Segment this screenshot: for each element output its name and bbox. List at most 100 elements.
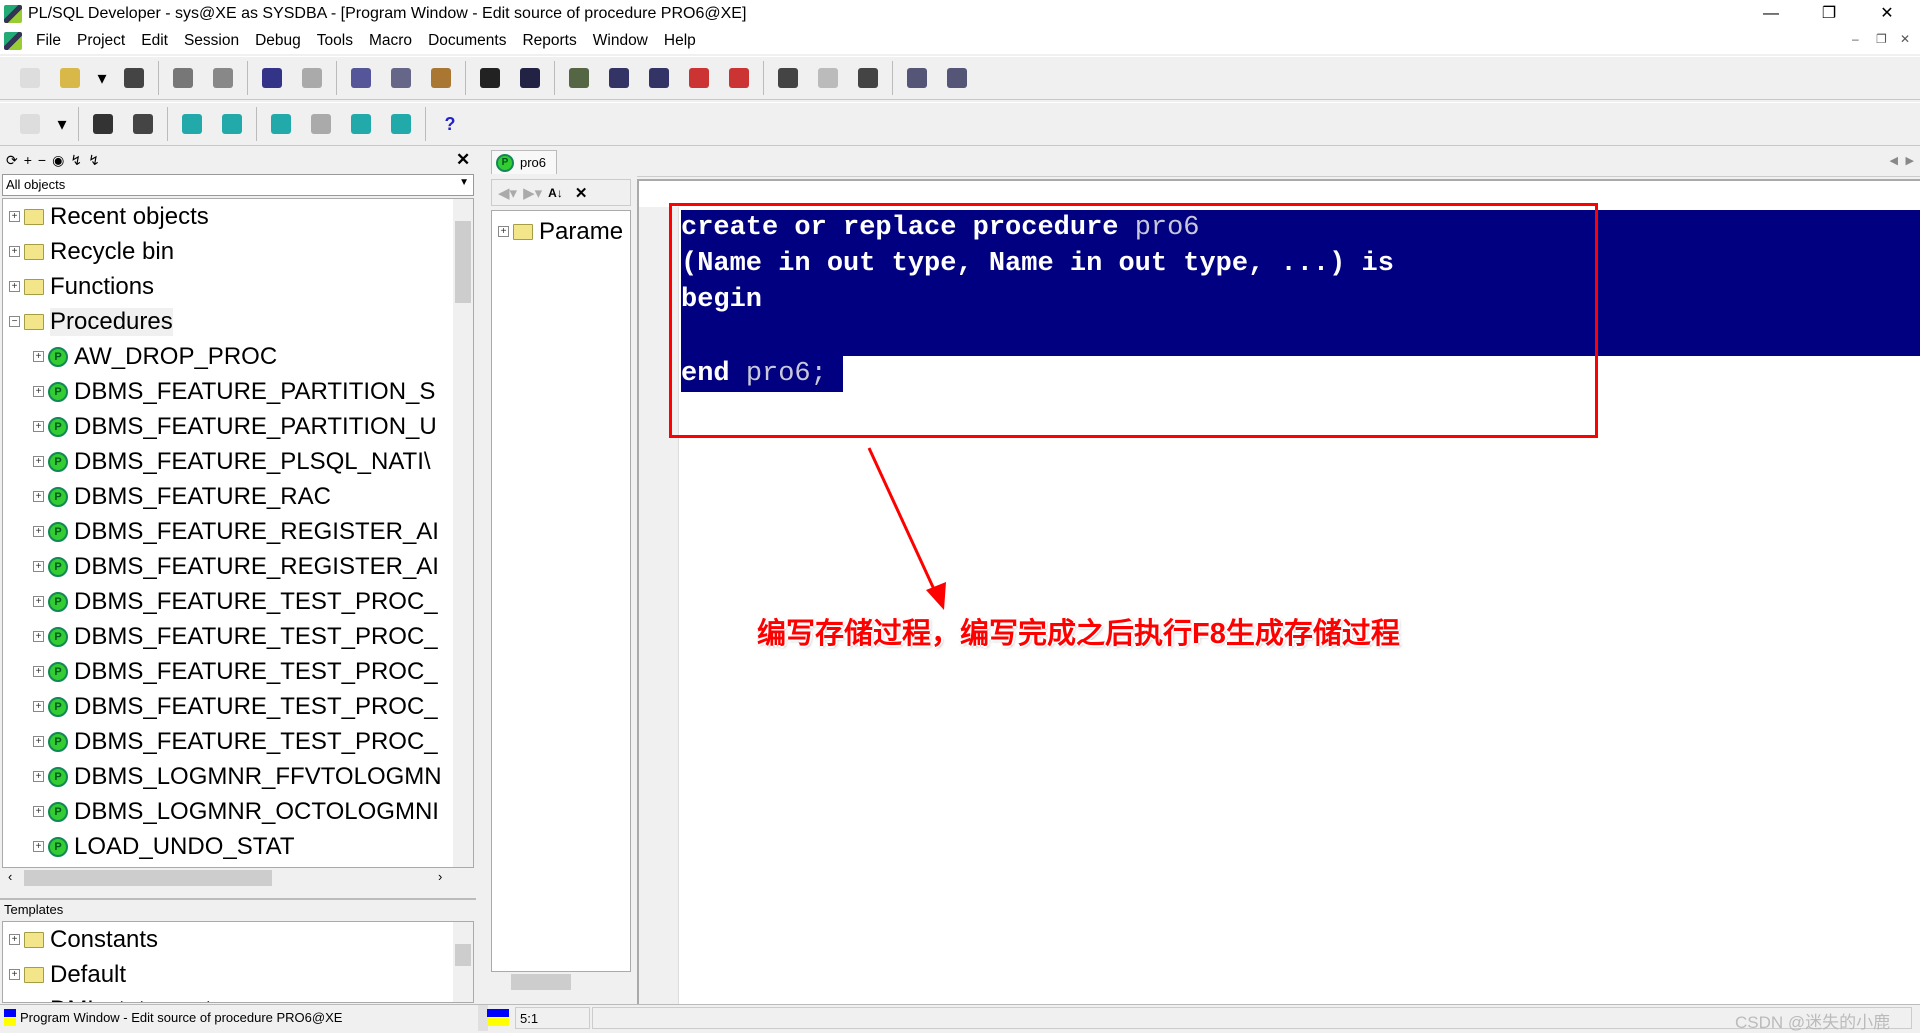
outline-horizontal-scrollbar[interactable]	[491, 972, 631, 992]
tree-item[interactable]: + P DBMS_FEATURE_PLSQL_NATI\	[33, 444, 431, 479]
minimize-button[interactable]: —	[1742, 0, 1800, 27]
templates-scrollbar[interactable]	[453, 922, 473, 1002]
tree-item[interactable]: + P DBMS_LOGMNR_FFVTOLOGMN	[33, 759, 442, 794]
filter-edit-icon[interactable]: ↯	[88, 152, 100, 169]
tree-item[interactable]: + P DBMS_FEATURE_PARTITION_S	[33, 374, 435, 409]
scroll-right-icon[interactable]: ▶	[1906, 154, 1914, 167]
execute-gear-button[interactable]	[88, 109, 118, 139]
menu-reports[interactable]: Reports	[514, 32, 584, 50]
collapse-icon[interactable]: −	[38, 152, 46, 169]
menu-file[interactable]: File	[28, 32, 69, 50]
tile-button[interactable]	[942, 63, 972, 93]
tree-item[interactable]: + P DBMS_FEATURE_REGISTER_AI	[33, 514, 439, 549]
mdi-icon[interactable]	[4, 31, 22, 50]
expand-toggle-icon[interactable]: +	[9, 934, 20, 945]
tree-folder[interactable]: + Default	[9, 957, 126, 992]
expand-toggle-icon[interactable]: +	[33, 806, 44, 817]
refresh-icon[interactable]: ⟳	[6, 152, 18, 169]
tree-horizontal-scrollbar[interactable]: ‹ ›	[2, 868, 456, 888]
expand-toggle-icon[interactable]: +	[33, 701, 44, 712]
expand-toggle-icon[interactable]: +	[33, 456, 44, 467]
expand-toggle-icon[interactable]: +	[33, 386, 44, 397]
expand-toggle-icon[interactable]: +	[9, 211, 20, 222]
help-button[interactable]: ?	[435, 109, 465, 139]
tree-folder[interactable]: +DML statements	[9, 992, 224, 1002]
break-button[interactable]	[128, 109, 158, 139]
cut-button[interactable]	[346, 63, 376, 93]
expand-toggle-icon[interactable]: +	[9, 969, 20, 980]
expand-toggle-icon[interactable]: +	[33, 561, 44, 572]
expand-toggle-icon[interactable]: +	[33, 351, 44, 362]
expand-icon[interactable]: +	[24, 152, 32, 169]
expand-toggle-icon[interactable]: +	[9, 246, 20, 257]
tree-item[interactable]: + P DBMS_FEATURE_TEST_PROC_	[33, 584, 438, 619]
outline-item[interactable]: + Parame	[498, 214, 623, 249]
find-button[interactable]	[475, 63, 505, 93]
play-macro-button[interactable]	[813, 63, 843, 93]
dropdown-button[interactable]: ▾	[55, 109, 69, 139]
record-macro-button[interactable]	[773, 63, 803, 93]
commit-button[interactable]	[217, 109, 247, 139]
expand-toggle-icon[interactable]: +	[33, 596, 44, 607]
tree-item[interactable]: + P AW_DROP_PROC	[33, 339, 277, 374]
menu-edit[interactable]: Edit	[133, 32, 176, 50]
expand-toggle-icon[interactable]: +	[33, 841, 44, 852]
expand-toggle-icon[interactable]: +	[33, 421, 44, 432]
tree-item[interactable]: + P DBMS_FEATURE_TEST_PROC_	[33, 689, 438, 724]
db-rollback-button[interactable]	[386, 109, 416, 139]
back-icon[interactable]: ◀▾	[498, 184, 517, 202]
menu-help[interactable]: Help	[656, 32, 704, 50]
expand-toggle-icon[interactable]: +	[33, 666, 44, 677]
tree-folder[interactable]: + Recycle bin	[9, 234, 174, 269]
menu-project[interactable]: Project	[69, 32, 133, 50]
tree-item[interactable]: + P LOAD_UNDO_STAT	[33, 829, 295, 864]
tree-item[interactable]: + P DBMS_FEATURE_TEST_PROC_	[33, 619, 438, 654]
menu-window[interactable]: Window	[585, 32, 656, 50]
copy-button[interactable]	[386, 63, 416, 93]
tree-folder[interactable]: − Procedures	[9, 304, 173, 339]
save-button[interactable]	[119, 63, 149, 93]
tree-item[interactable]: + P DBMS_FEATURE_TEST_PROC_	[33, 724, 438, 759]
fetch-button[interactable]	[177, 109, 207, 139]
menu-debug[interactable]: Debug	[247, 32, 309, 50]
check-button[interactable]	[564, 63, 594, 93]
sql-button[interactable]	[306, 109, 336, 139]
expand-toggle-icon[interactable]: +	[33, 526, 44, 537]
mdi-close-button[interactable]: ✕	[1900, 32, 1910, 46]
indent-button[interactable]	[604, 63, 634, 93]
tree-item[interactable]: + P DBMS_LOGMNR_OCTOLOGMNI	[33, 794, 439, 829]
mdi-minimize-button[interactable]: –	[1852, 32, 1859, 46]
db-light-button[interactable]	[266, 109, 296, 139]
open-button[interactable]	[55, 63, 85, 93]
filter-icon[interactable]: ↯	[70, 152, 82, 169]
undo-button[interactable]	[257, 63, 287, 93]
expand-toggle-icon[interactable]: +	[9, 281, 20, 292]
tree-item[interactable]: + P DBMS_FEATURE_PARTITION_U	[33, 409, 437, 444]
uncomment-button[interactable]	[724, 63, 754, 93]
expand-toggle-icon[interactable]: +	[33, 771, 44, 782]
scroll-left-icon[interactable]: ◀	[1890, 154, 1898, 167]
redo-button[interactable]	[297, 63, 327, 93]
menu-session[interactable]: Session	[176, 32, 247, 50]
tree-item[interactable]: + P DBMS_FEATURE_RAC	[33, 479, 331, 514]
find-icon[interactable]: ◉	[52, 152, 64, 169]
tree-vertical-scrollbar[interactable]	[453, 199, 473, 867]
tab-pro6[interactable]: P pro6	[491, 150, 557, 174]
tree-folder[interactable]: + Constants	[9, 922, 158, 957]
menu-documents[interactable]: Documents	[420, 32, 514, 50]
key-button[interactable]	[15, 109, 45, 139]
tree-item[interactable]: + P DBMS_FEATURE_TEST_PROC_	[33, 654, 438, 689]
menu-tools[interactable]: Tools	[309, 32, 361, 50]
print-preview-button[interactable]	[208, 63, 238, 93]
find-next-button[interactable]	[515, 63, 545, 93]
expand-toggle-icon[interactable]: −	[9, 316, 20, 327]
dropdown-button[interactable]: ▾	[95, 63, 109, 93]
close-outline-icon[interactable]: ✕	[575, 184, 588, 202]
expand-toggle-icon[interactable]: +	[33, 491, 44, 502]
window-list-button[interactable]	[902, 63, 932, 93]
sort-icon[interactable]: A↓	[548, 186, 563, 200]
menu-macro[interactable]: Macro	[361, 32, 420, 50]
forward-icon[interactable]: ▶▾	[523, 184, 542, 202]
print-button[interactable]	[168, 63, 198, 93]
unindent-button[interactable]	[644, 63, 674, 93]
